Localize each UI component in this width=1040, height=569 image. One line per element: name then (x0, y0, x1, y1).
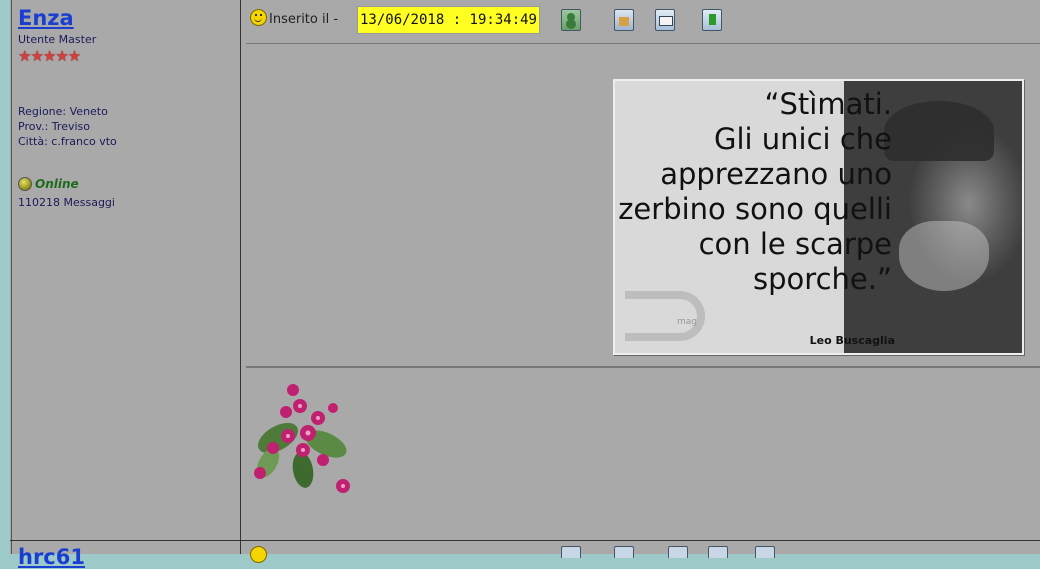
quote-image: mag “Stìmati. Gli unici che apprezzano u… (613, 79, 1024, 355)
signature-separator (246, 366, 1040, 368)
author-province: Prov.: Treviso (18, 120, 90, 133)
quote-line: con le scarpe (698, 227, 892, 261)
quote-line: apprezzano uno (660, 157, 892, 191)
smiley-icon (250, 9, 267, 26)
left-border (11, 0, 12, 554)
bookmark-icon[interactable] (702, 9, 722, 31)
next-email-icon[interactable] (708, 546, 728, 558)
quote-line: Gli unici che (713, 122, 892, 156)
author-region: Regione: Veneto (18, 105, 108, 118)
next-smiley-icon (250, 546, 267, 563)
quote-line: sporche.” (753, 262, 892, 296)
next-author-name-link[interactable]: hrc61 (18, 545, 85, 569)
email-icon[interactable] (655, 9, 675, 31)
mag-logo-text: mag (677, 317, 697, 327)
online-status: Online (18, 177, 79, 191)
online-label: Online (35, 177, 79, 191)
post-divider (10, 540, 1040, 541)
message-count: 110218 Messaggi (18, 196, 115, 209)
quote-author: Leo Buscaglia (809, 334, 895, 347)
next-home-icon[interactable] (614, 546, 634, 558)
quote-line: “Stìmati. (764, 87, 892, 121)
post-timestamp: 13/06/2018 : 19:34:49 (357, 6, 540, 34)
next-profile-icon[interactable] (561, 546, 581, 558)
rank-stars-icon: ★★★★★ (18, 47, 81, 65)
quote-text: “Stìmati. Gli unici che apprezzano uno z… (615, 87, 892, 297)
inserted-label: Inserito il - (269, 12, 339, 27)
quote-line: zerbino sono quelli (618, 192, 892, 226)
next-edit-icon[interactable] (668, 546, 688, 558)
next-bookmark-icon[interactable] (755, 546, 775, 558)
home-icon[interactable] (614, 9, 634, 31)
author-city: Città: c.franco vto (18, 135, 117, 148)
author-rank: Utente Master (18, 33, 97, 46)
column-divider (240, 0, 241, 554)
author-name-link[interactable]: Enza (18, 6, 74, 30)
header-separator (246, 43, 1040, 44)
violet-flowers-icon (254, 384, 350, 493)
online-dot-icon (18, 177, 32, 191)
profile-icon[interactable] (561, 9, 581, 31)
mag-logo-icon (625, 291, 705, 341)
